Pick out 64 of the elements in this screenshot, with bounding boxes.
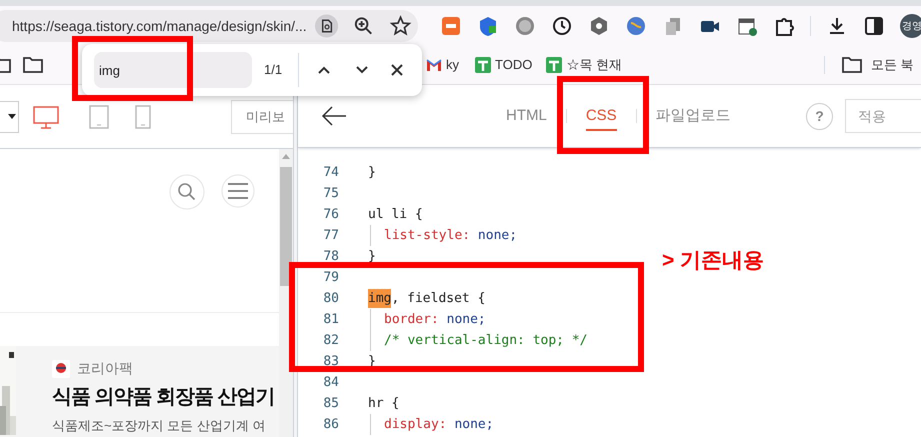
monitor-icon[interactable] [33,104,59,128]
code-line: } [368,248,376,266]
line-number: 77 [322,226,339,245]
line-number: 83 [322,352,339,371]
sheet-icon [546,57,562,73]
code-line: display: none; [384,416,494,434]
search-icon[interactable] [169,174,205,210]
sheet-icon [475,57,491,73]
shield-icon[interactable] [477,15,499,37]
back-arrow-icon[interactable] [321,106,347,126]
find-field[interactable]: img [94,52,252,88]
code-line: } [368,164,376,182]
editor-tab[interactable]: HTML [506,104,547,128]
line-number: 78 [322,248,339,266]
url-text: https://seaga.tistory.com/manage/design/skin/... [12,16,307,36]
profile-avatar[interactable]: 경영 [900,14,921,38]
help-button[interactable]: ? [806,102,833,130]
code-line: list-style: none; [384,226,518,245]
line-number: 86 [322,416,339,434]
code-line: /* vertical-align: top; */ [384,332,588,350]
code-line: hr { [368,394,400,413]
match-count: 1/1 [264,61,284,80]
bookmark-item[interactable]: ☆목 현재 [546,55,622,75]
line-number: 82 [322,332,339,350]
star-icon[interactable] [388,14,412,38]
line-number: 79 [322,268,339,287]
ad-source: 코리아팩 [77,359,133,378]
hexagon-icon[interactable] [588,15,610,37]
ad-title[interactable]: 식품 의약품 회장품 산업기 [52,382,275,412]
dropdown[interactable] [0,100,19,132]
chevron-down-icon[interactable] [356,66,368,74]
logo-icon [52,360,70,378]
all-bookmarks-folder[interactable]: 모든 북 [840,54,914,76]
annotation-text: > 기존내용 [662,248,764,274]
mail-icon [426,58,442,72]
line-number: 81 [322,310,339,329]
line-number: 76 [322,206,339,224]
code-text: , fieldset { [391,290,486,308]
bookmark-item[interactable]: ky [426,55,459,75]
folder-icon [840,54,863,76]
globe-icon[interactable] [625,15,647,37]
chevron-up-icon[interactable] [318,66,330,74]
search-match: img [368,288,392,308]
folder-icon[interactable] [22,54,44,76]
close-icon[interactable] [391,64,403,76]
page-search-icon[interactable] [314,14,338,38]
extension-icon[interactable] [440,15,462,37]
bookmark-item[interactable]: TODO [475,55,532,75]
line-number: 75 [322,184,339,203]
puzzle-icon[interactable] [773,15,795,37]
address-bar[interactable]: https://seaga.tistory.com/manage/design/skin/... [0,10,418,42]
line-number: 85 [322,394,339,413]
clock-icon[interactable] [551,15,573,37]
code-line: ul li { [368,206,423,224]
line-number: 80 [322,290,339,308]
code-line: border: none; [384,310,486,329]
editor-tab[interactable]: CSS [586,104,617,132]
caret-icon [8,114,16,119]
menu-icon[interactable] [221,174,255,208]
ad-text: 식품제조~포장까지 모든 산업기계 여 [52,417,266,435]
line-number: 74 [322,164,339,182]
editor-tab[interactable]: 파일업로드 [656,104,731,128]
side-panel-icon[interactable] [863,15,885,37]
line-number: 84 [322,374,339,392]
